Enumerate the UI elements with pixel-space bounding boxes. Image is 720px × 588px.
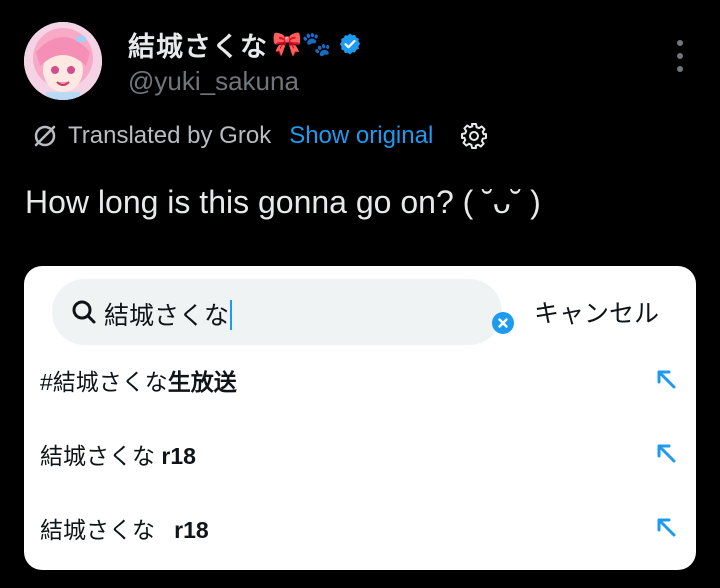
suggestion-prefix: 結城さくな [40,517,175,543]
author-name-row[interactable]: 結城さくな 🎀🐾 [128,26,362,62]
suggestion-bold: r18 [174,517,209,543]
suggestion-bold: 生放送 [167,369,237,395]
search-icon [72,300,96,324]
verified-badge-icon[interactable] [338,32,362,56]
suggestion-bold: r18 [161,443,196,469]
suggestion-prefix: #結城さくな [40,369,168,395]
suggestion-label: 結城さくな r18 [40,437,196,471]
translate-icon [34,125,56,147]
translation-bar: Translated by Grok Show original [30,118,489,154]
suggestion-label: #結城さくな生放送 [40,363,237,397]
suggestion-label: 結城さくな r18 [40,511,209,545]
suggestion-prefix: 結城さくな [40,443,162,469]
author-handle[interactable]: @yuki_sakuna [128,66,299,97]
avatar[interactable] [24,22,102,100]
search-field[interactable]: 結城さくな [52,279,514,345]
text-caret [230,300,233,330]
fill-query-arrow-icon[interactable] [652,365,680,393]
more-dot [677,40,683,46]
clear-icon[interactable] [492,312,514,334]
fill-query-arrow-icon[interactable] [652,439,680,467]
tweet-text: How long is this gonna go on? ( ˘ᴗ˘ ) [25,184,541,220]
search-screenshot-card[interactable]: 結城さくな キャンセル #結城さくな生放送 結城さくな r18 結城さくな r1… [24,266,696,570]
cancel-button[interactable]: キャンセル [534,294,659,330]
show-original-link[interactable]: Show original [289,122,433,150]
suggestion-item[interactable]: 結城さくな r18 [40,503,680,553]
display-name[interactable]: 結城さくな [128,25,268,64]
search-query-text: 結城さくな [104,302,230,330]
fill-query-arrow-icon[interactable] [652,513,680,541]
more-options-icon[interactable] [672,40,688,72]
more-dot [677,66,683,72]
translated-by-label: Translated by Grok [68,122,272,149]
suggestion-item[interactable]: #結城さくな生放送 [40,355,680,405]
name-emojis: 🎀🐾 [272,30,332,58]
suggestion-item[interactable]: 結城さくな r18 [40,429,680,479]
gear-icon[interactable] [459,121,489,151]
more-dot [677,53,683,59]
search-input[interactable]: 結城さくな [104,296,233,332]
